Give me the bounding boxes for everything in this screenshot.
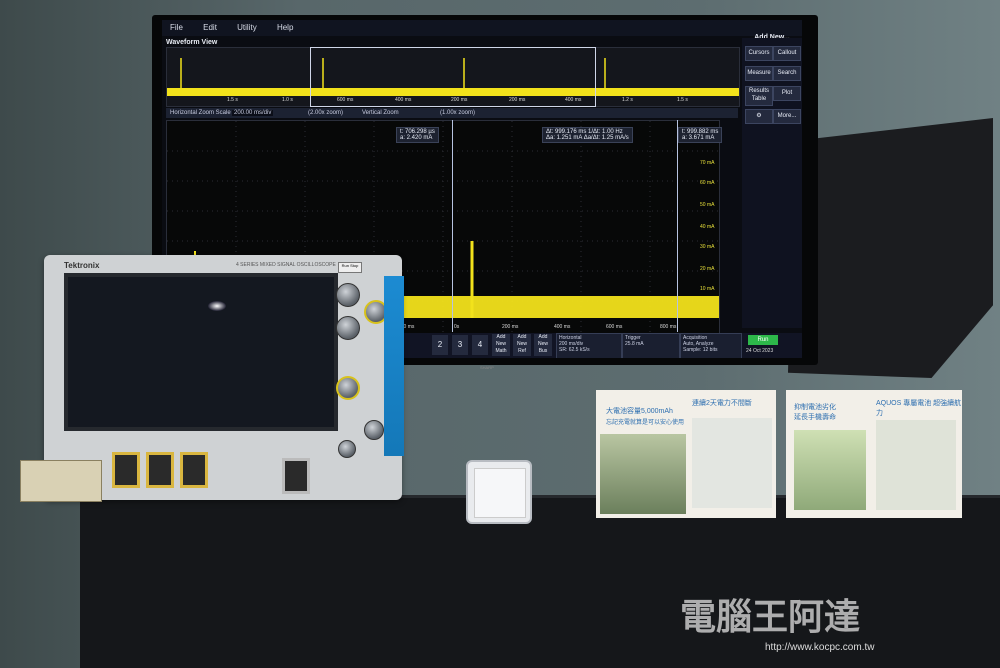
knob-icon[interactable] [338, 440, 356, 458]
card2-left-title2: 延長手機壽命 [794, 414, 836, 421]
y-tick: 30 mA [700, 244, 715, 250]
channel-4-button[interactable]: 4 [472, 335, 488, 355]
add-new-bus-button[interactable]: Add New Bus [534, 334, 552, 356]
y-tick: 40 mA [700, 224, 715, 230]
cursor-b-readout: t: 999.882 ms a: 3.671 mA [678, 127, 723, 143]
side-handle [384, 276, 404, 456]
card2-left-title1: 抑制電池劣化 [794, 404, 836, 411]
card1-subtitle: 忘記充電就算是可以安心使用 [606, 420, 685, 426]
run-button[interactable]: Run [748, 335, 778, 345]
v-zoom-label: Vertical Zoom [362, 110, 399, 116]
promo-photo [600, 434, 686, 514]
black-stand [788, 118, 993, 378]
acquisition-sample: Sample: 12 bits [683, 347, 718, 353]
horizontal-sr: SR: 62.5 kS/s [559, 347, 590, 353]
scope-series-label: 4 SERIES MIXED SIGNAL OSCILLOSCOPE [236, 262, 336, 268]
cursor-a-readout: t: 706.298 µs a: 2.420 mA [396, 127, 439, 143]
channel-1-port[interactable] [112, 452, 140, 488]
promo-diagram [692, 418, 772, 508]
knob-icon[interactable] [364, 420, 384, 440]
promo-card-battery: 大電池容量5,000mAh 忘記充電就算是可以安心使用 連續2天電力不間斷 [596, 390, 776, 518]
overview-tick: 1.5 s [677, 97, 688, 103]
zoom-window-box[interactable] [310, 47, 596, 107]
channel-3-button[interactable]: 3 [452, 335, 468, 355]
acquisition-box[interactable]: Acquisition Auto, Analyze Sample: 12 bit… [680, 333, 742, 358]
x-tick: 200 ms [502, 324, 519, 330]
h-zoom-value[interactable]: 200.00 ms/div [232, 110, 274, 116]
tektronix-logo: Tektronix [64, 261, 100, 270]
smartphone [466, 460, 532, 524]
y-tick: 50 mA [700, 202, 715, 208]
y-tick: 20 mA [700, 266, 715, 272]
measure-button[interactable]: Measure [745, 66, 773, 81]
knob-icon[interactable] [336, 316, 360, 340]
x-tick: 400 ms [554, 324, 571, 330]
knob-icon[interactable] [336, 376, 360, 400]
date-label: 24 Oct 2023 [746, 348, 774, 354]
overview-tick: 1.0 s [282, 97, 293, 103]
delta-a-dt: Δa/Δt: 1.25 mA/s [583, 135, 629, 141]
trigger-level: 25.8 mA [625, 341, 644, 347]
h-zoom-label: Horizontal Zoom Scale [170, 110, 231, 116]
y-tick: 70 mA [700, 160, 715, 166]
x-tick: 800 ms [660, 324, 677, 330]
results-table-button[interactable]: Results Table [745, 86, 773, 106]
more-button[interactable]: More... [773, 109, 801, 124]
screen-reflection [208, 301, 226, 311]
search-button[interactable]: Search [773, 66, 801, 81]
card1-right-title: 連續2天電力不間斷 [692, 400, 752, 407]
y-tick: 60 mA [700, 180, 715, 186]
menu-bar: File Edit Utility Help [162, 20, 802, 36]
waveform-view-label: Waveform View [166, 39, 218, 46]
menu-utility[interactable]: Utility [237, 23, 257, 32]
v-zoom-factor: (1.00x zoom) [440, 110, 476, 116]
trigger-box[interactable]: Trigger 25.8 mA [622, 333, 680, 358]
cursor-a-line[interactable] [452, 120, 453, 332]
aux-in-port[interactable] [282, 458, 310, 494]
scope-screen [64, 273, 338, 431]
promo-hand-photo [794, 430, 866, 510]
phone-screen [474, 468, 526, 518]
knob-icon[interactable] [336, 283, 360, 307]
menu-help[interactable]: Help [277, 23, 293, 32]
channel-2-port[interactable] [146, 452, 174, 488]
current-probe [20, 460, 102, 502]
overview-tick: 1.5 s [227, 97, 238, 103]
monitor-brand: SHARP [480, 365, 494, 370]
run-stop-button[interactable]: Run Stop [338, 262, 362, 273]
cursor-a-amp: a: 2.420 mA [400, 135, 433, 141]
add-new-math-button[interactable]: Add New Math [492, 334, 510, 356]
plot-button[interactable]: Plot [773, 86, 801, 101]
callout-button[interactable]: Callout [773, 46, 801, 61]
cursor-b-line[interactable] [677, 120, 678, 332]
card2-right-title: AQUOS 專屬電池 超強續航力 [876, 400, 962, 417]
promo-card-aquos: 抑制電池劣化 延長手機壽命 AQUOS 專屬電池 超強續航力 [786, 390, 962, 518]
cursor-b-amp: a: 3.671 mA [682, 135, 715, 141]
promo-battery-graphic [876, 420, 956, 510]
add-new-ref-button[interactable]: Add New Ref [513, 334, 531, 356]
x-tick: 600 ms [606, 324, 623, 330]
overview-tick: 1.2 s [622, 97, 633, 103]
card1-title: 大電池容量5,000mAh [606, 408, 673, 415]
watermark-url: http://www.kocpc.com.tw [765, 642, 875, 653]
channel-2-button[interactable]: 2 [432, 335, 448, 355]
menu-file[interactable]: File [170, 23, 183, 32]
add-new-panel: Cursors Callout Measure Search Results T… [742, 38, 802, 328]
horizontal-box[interactable]: Horizontal 200 ms/div SR: 62.5 kS/s [556, 333, 622, 358]
y-tick: 10 mA [700, 286, 715, 292]
channel-3-port[interactable] [180, 452, 208, 488]
cursors-button[interactable]: Cursors [745, 46, 773, 61]
delta-a: Δa: 1.251 mA [546, 135, 583, 141]
x-tick: 0s [454, 324, 460, 330]
delta-readout: Δt: 999.176 ms 1/Δt: 1.00 Hz Δa: 1.251 m… [542, 127, 633, 143]
settings-icon[interactable]: ⚙ [745, 109, 773, 124]
h-zoom-factor: (2.00x zoom) [308, 110, 344, 116]
menu-edit[interactable]: Edit [203, 23, 217, 32]
zoom-bar: Horizontal Zoom Scale 200.00 ms/div (2.0… [166, 108, 738, 118]
watermark-logo: 電腦王阿達 [680, 596, 861, 637]
